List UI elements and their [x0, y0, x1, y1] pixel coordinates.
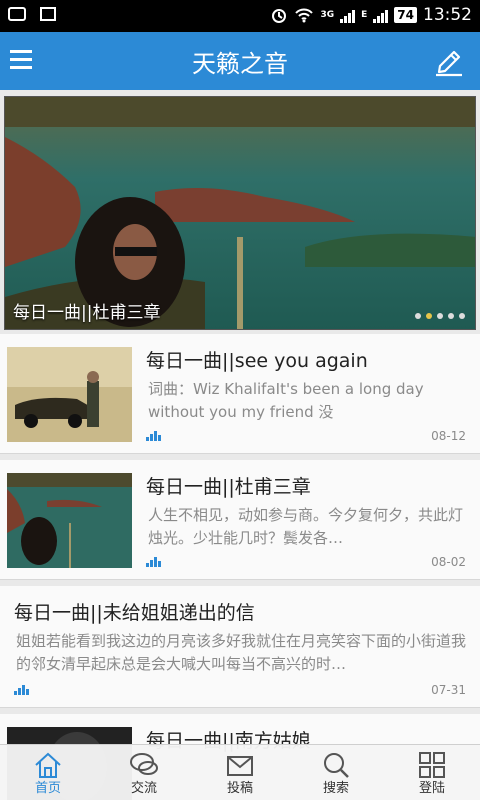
- battery-indicator: 74: [394, 7, 417, 23]
- article-date: 07-31: [431, 683, 466, 697]
- article-title: 每日一曲||未给姐姐递出的信: [14, 602, 255, 624]
- search-icon: [324, 753, 349, 778]
- article-summary: 姐姐若能看到我这边的月亮该多好我就住在月亮笑容下面的小街道我的邻女清早起床总是会…: [16, 632, 467, 673]
- nav-chat[interactable]: 交流: [96, 745, 192, 800]
- nav-label: 交流: [130, 781, 157, 796]
- nav-login[interactable]: 登陆: [384, 745, 480, 800]
- carousel-dot[interactable]: [415, 313, 421, 319]
- status-bar: 3G E 74 13:52: [0, 0, 480, 32]
- wifi-icon: [295, 8, 314, 23]
- article-title: 每日一曲||see you again: [146, 350, 368, 372]
- edit-button[interactable]: [432, 44, 466, 78]
- banner-image: [5, 97, 475, 329]
- carousel-dot[interactable]: [459, 313, 465, 319]
- article-thumbnail: [7, 347, 132, 442]
- page-title: 天籁之音: [192, 50, 288, 78]
- carousel-dot[interactable]: [448, 313, 454, 319]
- notification-icon: [8, 7, 26, 21]
- grid-icon: [419, 752, 445, 778]
- nav-label: 投稿: [226, 781, 253, 796]
- carousel-dot[interactable]: [437, 313, 443, 319]
- clock: 13:52: [423, 5, 472, 25]
- app-header: 天籁之音: [0, 32, 480, 90]
- alarm-icon: [272, 9, 287, 23]
- audio-icon: [14, 685, 29, 695]
- banner-caption: 每日一曲||杜甫三章: [13, 303, 161, 323]
- nav-search[interactable]: 搜索: [288, 745, 384, 800]
- article-list: 每日一曲||see you again 词曲：Wiz KhalifaIt's b…: [0, 334, 480, 800]
- bottom-nav: 首页 交流 投稿 搜索 登陆: [0, 744, 480, 800]
- article-date: 08-02: [431, 555, 466, 569]
- nav-submit[interactable]: 投稿: [192, 745, 288, 800]
- nav-home[interactable]: 首页: [0, 745, 96, 800]
- home-icon: [35, 752, 61, 778]
- screenshot-icon: [40, 7, 56, 21]
- signal-icon: [340, 7, 356, 23]
- list-item[interactable]: 每日一曲||未给姐姐递出的信 姐姐若能看到我这边的月亮该多好我就住在月亮笑容下面…: [0, 586, 480, 708]
- article-summary: 词曲：Wiz KhalifaIt's been a long day witho…: [148, 380, 424, 421]
- article-title: 每日一曲||杜甫三章: [146, 476, 311, 498]
- network-type: 3G: [320, 10, 335, 20]
- nav-label: 搜索: [322, 781, 349, 796]
- chat-icon: [130, 753, 158, 775]
- signal-icon-2: [373, 7, 389, 23]
- carousel-dot[interactable]: [426, 313, 432, 319]
- list-item[interactable]: 每日一曲||杜甫三章 人生不相见，动如参与商。今夕复何夕，共此灯烛光。少壮能几时…: [0, 460, 480, 580]
- nav-label: 首页: [34, 781, 61, 796]
- mail-icon: [227, 756, 253, 776]
- featured-banner[interactable]: 每日一曲||杜甫三章: [4, 96, 476, 330]
- audio-icon: [146, 557, 161, 567]
- carousel-dots: [415, 313, 465, 319]
- network-type-2: E: [361, 10, 368, 20]
- edit-icon: [436, 50, 462, 77]
- list-item[interactable]: 每日一曲||see you again 词曲：Wiz KhalifaIt's b…: [0, 334, 480, 454]
- nav-label: 登陆: [418, 781, 445, 796]
- article-date: 08-12: [431, 429, 466, 443]
- article-summary: 人生不相见，动如参与商。今夕复何夕，共此灯烛光。少壮能几时？鬓发各…: [148, 506, 464, 547]
- article-thumbnail: [7, 473, 132, 568]
- audio-icon: [146, 431, 161, 441]
